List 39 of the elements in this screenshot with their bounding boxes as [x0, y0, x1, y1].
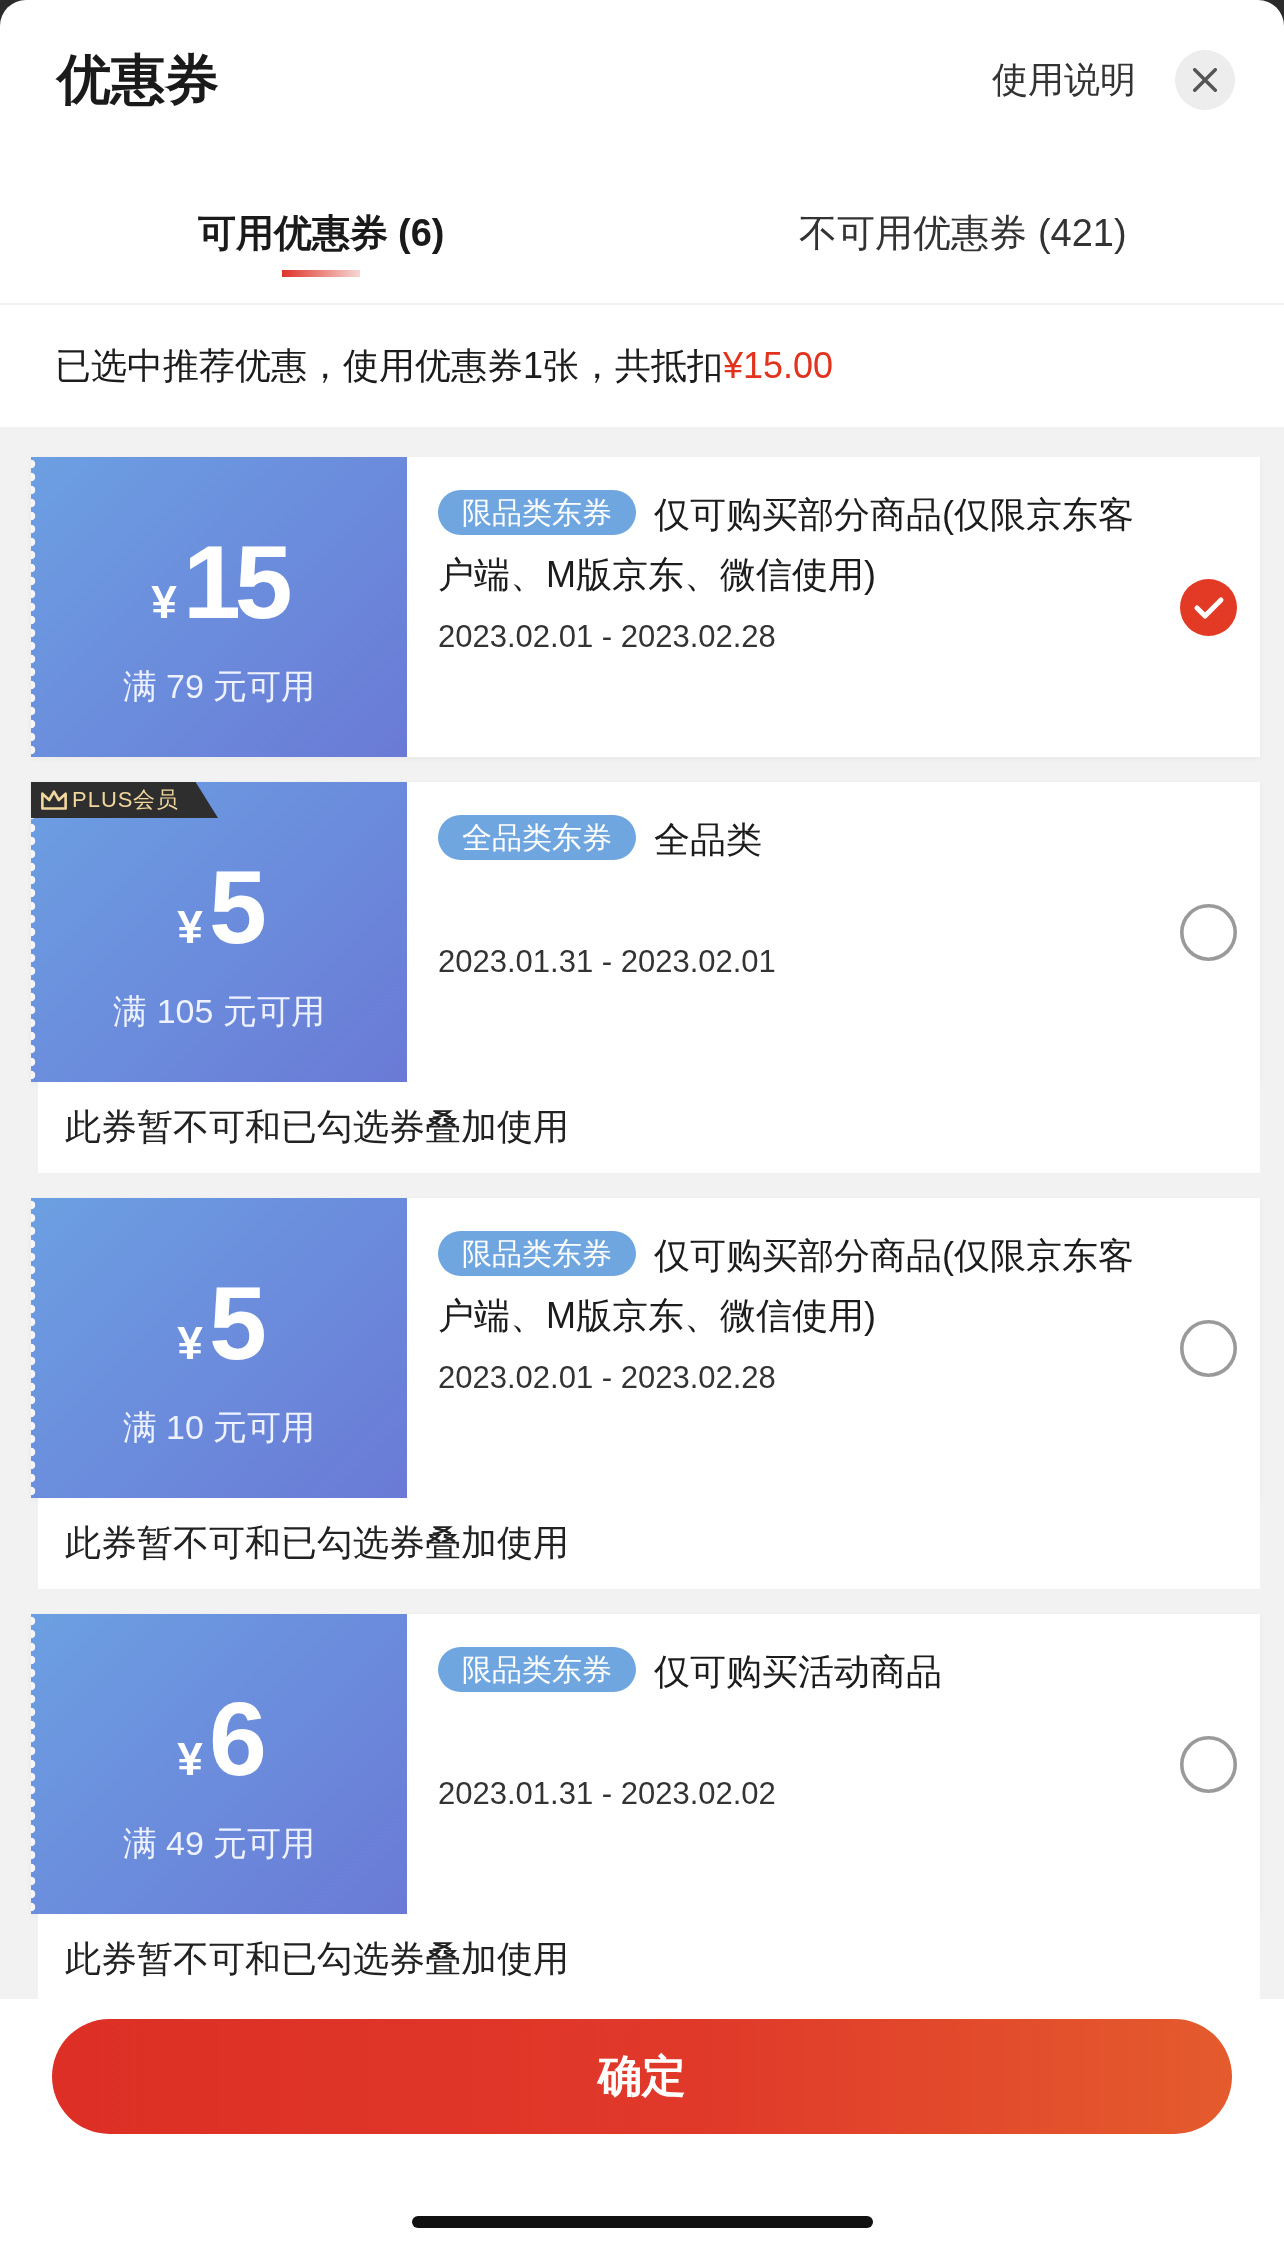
- coupon-condition: 满 10 元可用: [122, 1407, 316, 1448]
- coupon-radio[interactable]: [1180, 903, 1237, 961]
- currency-symbol: ¥: [151, 575, 177, 630]
- confirm-button[interactable]: 确定: [52, 2019, 1232, 2134]
- close-icon: [1193, 68, 1217, 92]
- crown-icon: [41, 790, 67, 810]
- selection-summary: 已选中推荐优惠，使用优惠券1张，共抵扣¥15.00: [55, 343, 834, 388]
- coupon-tab[interactable]: 不可用优惠券 (421): [799, 160, 1127, 284]
- coupon-note: 此券暂不可和已勾选券叠加使用: [38, 1498, 1260, 1589]
- coupon-amount: 6: [208, 1684, 261, 1794]
- coupon-description: 全品类东券 全品类: [438, 810, 1153, 930]
- coupon-note: 此券暂不可和已勾选券叠加使用: [38, 1914, 1260, 1999]
- currency-symbol: ¥: [177, 1732, 203, 1787]
- coupon-condition: 满 49 元可用: [122, 1823, 316, 1864]
- coupon-note: 此券暂不可和已勾选券叠加使用: [38, 1082, 1260, 1173]
- coupon-card[interactable]: ¥15 满 79 元可用 限品类东券 仅可购买部分商品(仅限京东客户端、M版京东、微信使用) 2023.02.01 - 2023.02.28: [31, 457, 1260, 757]
- coupon-radio[interactable]: [1180, 1319, 1237, 1377]
- coupon-validity: 2023.02.01 - 2023.02.28: [438, 618, 777, 656]
- coupon-condition: 满 105 元可用: [113, 991, 325, 1032]
- coupon-condition: 满 79 元可用: [122, 666, 316, 707]
- coupon-validity: 2023.02.01 - 2023.02.28: [438, 1359, 777, 1397]
- coupon-radio[interactable]: [1180, 1735, 1237, 1793]
- coupon-description: 限品类东券 仅可购买部分商品(仅限京东客户端、M版京东、微信使用): [438, 1226, 1153, 1346]
- coupon-card[interactable]: ¥5 满 10 元可用 限品类东券 仅可购买部分商品(仅限京东客户端、M版京东、微信使用) 2023.02.01 - 2023.02.28: [31, 1198, 1260, 1498]
- coupon-amount: 5: [208, 852, 261, 962]
- coupon-validity: 2023.01.31 - 2023.02.01: [438, 943, 777, 981]
- currency-symbol: ¥: [177, 900, 203, 955]
- coupon-validity: 2023.01.31 - 2023.02.02: [438, 1775, 777, 1813]
- sheet-title: 优惠券: [57, 47, 219, 111]
- coupon-description: 限品类东券 仅可购买部分商品(仅限京东客户端、M版京东、微信使用): [438, 485, 1153, 605]
- coupon-description: 限品类东券 仅可购买活动商品: [438, 1642, 1153, 1762]
- badge-label: PLUS会员: [72, 786, 180, 814]
- coupon-tab[interactable]: 可用优惠券 (6): [197, 160, 445, 284]
- currency-symbol: ¥: [177, 1316, 203, 1371]
- coupon-amount: 15: [182, 527, 287, 637]
- coupon-card[interactable]: ¥6 满 49 元可用 限品类东券 仅可购买活动商品 2023.01.31 - 2023.02.02: [31, 1614, 1260, 1914]
- usage-instructions-link[interactable]: 使用说明: [992, 58, 1136, 102]
- coupon-radio[interactable]: [1180, 578, 1237, 636]
- coupon-amount: 5: [208, 1268, 261, 1378]
